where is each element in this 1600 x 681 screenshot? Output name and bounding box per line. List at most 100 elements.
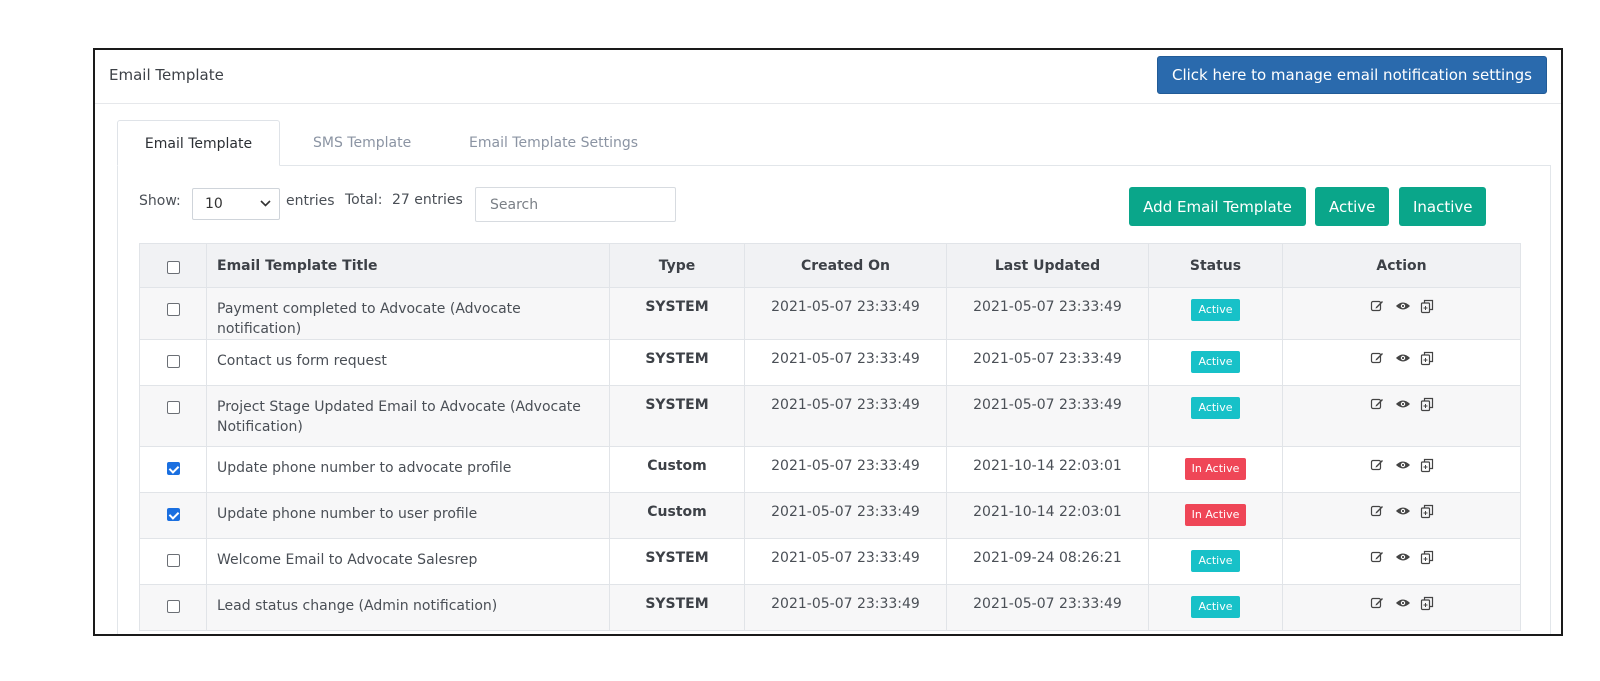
status-cell: Active	[1148, 287, 1283, 340]
last-updated: 2021-09-24 08:26:21	[946, 538, 1149, 585]
page-title: Email Template	[109, 66, 224, 84]
status-badge: Active	[1191, 351, 1240, 373]
email-template-table: Email Template Title Type Created On Las…	[139, 243, 1521, 631]
action-cell	[1282, 287, 1521, 340]
view-icon[interactable]	[1395, 458, 1410, 472]
status-cell: Active	[1148, 339, 1283, 386]
view-icon[interactable]	[1395, 351, 1410, 365]
row-checkbox[interactable]	[166, 508, 180, 521]
entries-per-page-select[interactable]: 10	[192, 188, 280, 220]
table-row: Contact us form request SYSTEM 2021-05-07 …	[139, 339, 1521, 386]
template-title: Welcome Email to Advocate Salesrep	[206, 538, 610, 585]
tab-sms-template[interactable]: SMS Template	[283, 120, 441, 166]
status-badge: Active	[1191, 299, 1240, 321]
manage-notification-settings-button[interactable]: Click here to manage email notification …	[1157, 56, 1547, 94]
table-row: Welcome Email to Advocate Salesrep SYSTEM…	[139, 538, 1521, 585]
last-updated: 2021-05-07 23:33:49	[946, 287, 1149, 340]
template-type: Custom	[609, 492, 745, 539]
row-checkbox[interactable]	[166, 355, 180, 368]
status-cell: In Active	[1148, 492, 1283, 539]
status-badge: Active	[1191, 550, 1240, 572]
template-type: SYSTEM	[609, 538, 745, 585]
copy-icon[interactable]	[1420, 504, 1434, 519]
view-icon[interactable]	[1395, 504, 1410, 518]
edit-icon[interactable]	[1370, 550, 1384, 564]
last-updated: 2021-05-07 23:33:49	[946, 339, 1149, 386]
edit-icon[interactable]	[1370, 299, 1384, 313]
row-select-cell	[139, 492, 207, 539]
action-cell	[1282, 446, 1521, 493]
edit-icon[interactable]	[1370, 596, 1384, 610]
view-icon[interactable]	[1395, 596, 1410, 610]
tab-email-template-settings[interactable]: Email Template Settings	[439, 120, 668, 166]
card-header: Email Template Click here to manage emai…	[95, 50, 1561, 104]
row-checkbox[interactable]	[166, 600, 180, 613]
column-header-status[interactable]: Status	[1148, 243, 1283, 288]
last-updated: 2021-10-14 22:03:01	[946, 492, 1149, 539]
edit-icon[interactable]	[1370, 397, 1384, 411]
tab-email-template[interactable]: Email Template	[117, 120, 280, 166]
select-all-checkbox[interactable]	[166, 261, 180, 274]
template-type: SYSTEM	[609, 385, 745, 447]
chevron-down-icon	[260, 189, 271, 231]
template-title: Project Stage Updated Email to Advocate …	[206, 385, 610, 447]
entries-label: entries	[286, 193, 335, 209]
table-row: Payment completed to Advocate (Advocate …	[139, 287, 1521, 340]
row-select-cell	[139, 339, 207, 386]
template-title: Contact us form request	[206, 339, 610, 386]
bulk-active-button[interactable]: Active	[1315, 187, 1389, 226]
action-cell	[1282, 385, 1521, 447]
copy-icon[interactable]	[1420, 397, 1434, 412]
copy-icon[interactable]	[1420, 550, 1434, 565]
created-on: 2021-05-07 23:33:49	[744, 446, 947, 493]
edit-icon[interactable]	[1370, 351, 1384, 365]
show-label: Show:	[139, 193, 181, 209]
created-on: 2021-05-07 23:33:49	[744, 584, 947, 631]
template-title: Lead status change (Admin notification)	[206, 584, 610, 631]
column-header-title[interactable]: Email Template Title	[206, 243, 610, 288]
copy-icon[interactable]	[1420, 351, 1434, 366]
column-header-created-on[interactable]: Created On	[744, 243, 947, 288]
column-header-last-updated[interactable]: Last Updated	[946, 243, 1149, 288]
table-row: Update phone number to user profile Custo…	[139, 492, 1521, 539]
action-cell	[1282, 538, 1521, 585]
template-title: Update phone number to advocate profile	[206, 446, 610, 493]
status-badge: Active	[1191, 596, 1240, 618]
last-updated: 2021-05-07 23:33:49	[946, 385, 1149, 447]
action-cell	[1282, 584, 1521, 631]
total-value: 27 entries	[392, 192, 463, 208]
action-cell	[1282, 492, 1521, 539]
created-on: 2021-05-07 23:33:49	[744, 492, 947, 539]
created-on: 2021-05-07 23:33:49	[744, 287, 947, 340]
template-title: Payment completed to Advocate (Advocate …	[206, 287, 610, 340]
row-checkbox[interactable]	[166, 462, 180, 475]
view-icon[interactable]	[1395, 550, 1410, 564]
created-on: 2021-05-07 23:33:49	[744, 538, 947, 585]
status-badge: In Active	[1184, 504, 1247, 526]
add-email-template-button[interactable]: Add Email Template	[1129, 187, 1306, 226]
view-icon[interactable]	[1395, 299, 1410, 313]
status-cell: Active	[1148, 584, 1283, 631]
copy-icon[interactable]	[1420, 299, 1434, 314]
column-header-type[interactable]: Type	[609, 243, 745, 288]
created-on: 2021-05-07 23:33:49	[744, 339, 947, 386]
template-type: Custom	[609, 446, 745, 493]
row-checkbox[interactable]	[166, 401, 180, 414]
row-checkbox[interactable]	[166, 303, 180, 316]
edit-icon[interactable]	[1370, 458, 1384, 472]
row-select-cell	[139, 287, 207, 340]
template-type: SYSTEM	[609, 339, 745, 386]
search-input[interactable]	[475, 187, 676, 222]
view-icon[interactable]	[1395, 397, 1410, 411]
row-select-cell	[139, 584, 207, 631]
select-all-cell	[139, 243, 207, 288]
edit-icon[interactable]	[1370, 504, 1384, 518]
table-row: Project Stage Updated Email to Advocate …	[139, 385, 1521, 447]
status-cell: In Active	[1148, 446, 1283, 493]
copy-icon[interactable]	[1420, 596, 1434, 611]
row-select-cell	[139, 446, 207, 493]
copy-icon[interactable]	[1420, 458, 1434, 473]
bulk-inactive-button[interactable]: Inactive	[1399, 187, 1486, 226]
email-template-card: Email Template Click here to manage emai…	[93, 48, 1563, 636]
row-checkbox[interactable]	[166, 554, 180, 567]
